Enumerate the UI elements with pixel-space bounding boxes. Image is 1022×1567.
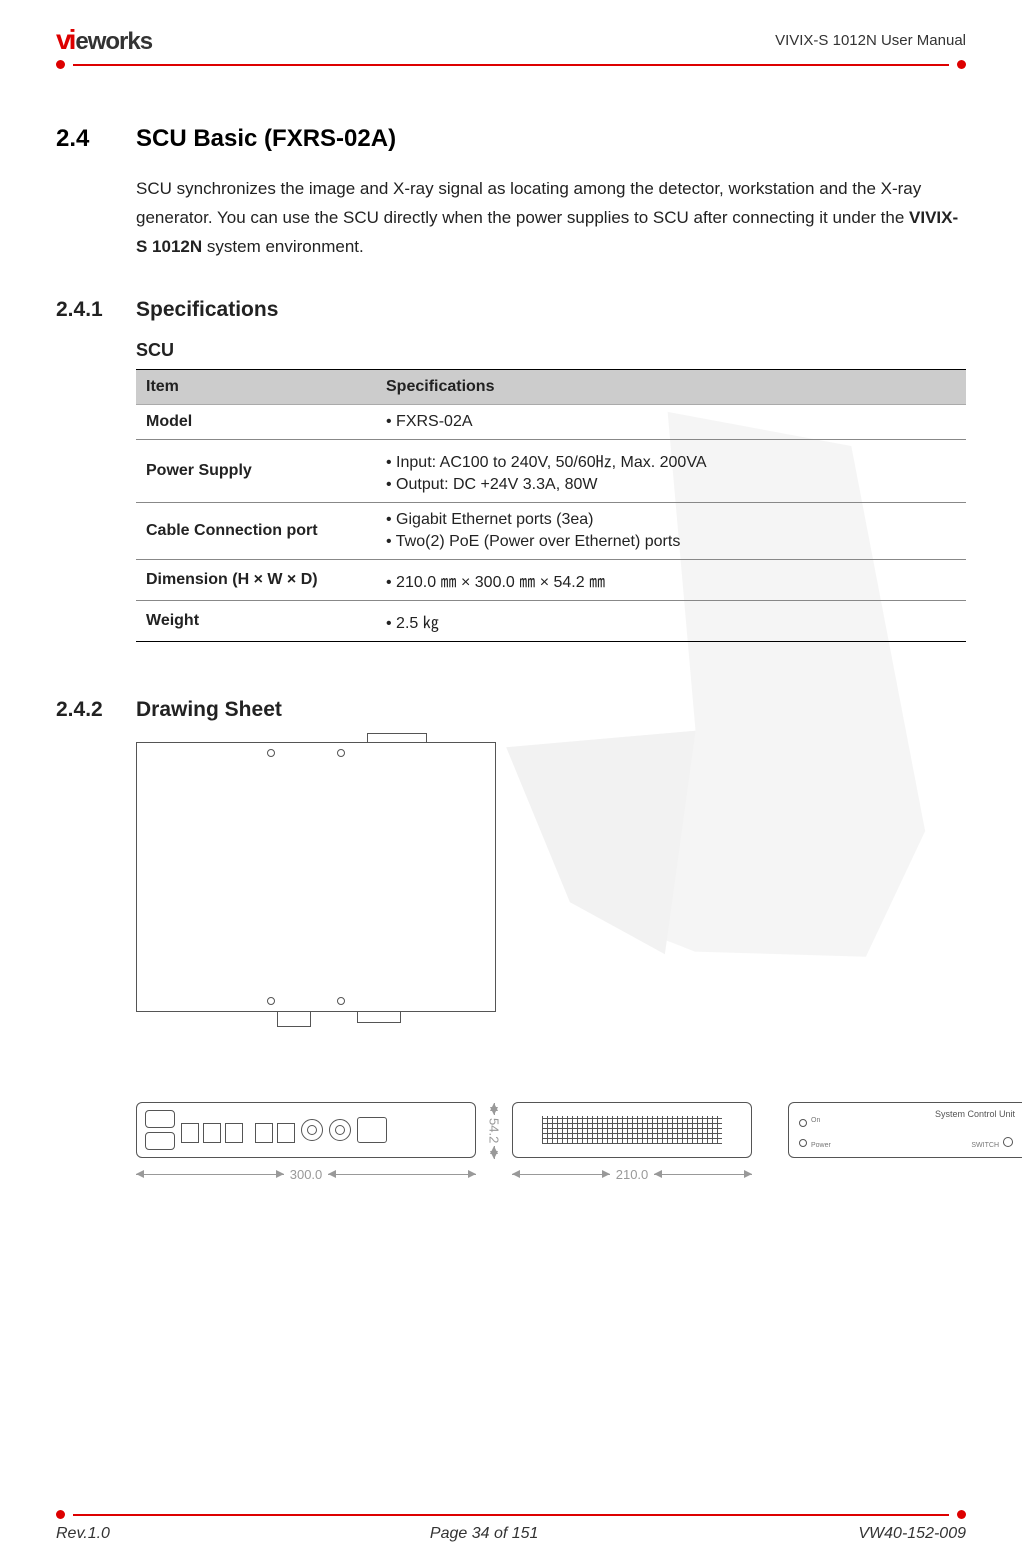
back-on-label: On xyxy=(811,1117,820,1124)
th-item: Item xyxy=(136,369,376,404)
drawing-front-view: 54.2 300.0 xyxy=(136,1102,476,1186)
spec-value-item: Gigabit Ethernet ports (3ea) xyxy=(386,509,956,531)
drawing-back-view: System Control Unit On Power SWITCH xyxy=(788,1102,1022,1158)
dim-depth: 210.0 xyxy=(616,1167,649,1182)
spec-value-item: Two(2) PoE (Power over Ethernet) ports xyxy=(386,531,956,553)
para-text-post: system environment. xyxy=(202,237,364,256)
dim-height: 54.2 xyxy=(487,1118,502,1143)
table-row: Weight 2.5 ㎏ xyxy=(136,600,966,641)
spec-item: Power Supply xyxy=(136,439,376,502)
spec-value-item: FXRS-02A xyxy=(386,411,956,433)
spec-value-item: 2.5 ㎏ xyxy=(386,607,956,635)
drawing-sheet: 54.2 300.0 210.0 xyxy=(136,742,966,1186)
header-rule xyxy=(56,60,966,69)
drawing-side-view: 210.0 xyxy=(512,1102,752,1186)
footer-rule xyxy=(56,1510,966,1519)
section-title: SCU Basic (FXRS-02A) xyxy=(136,125,396,153)
spec-value-item: 210.0 ㎜ × 300.0 ㎜ × 54.2 ㎜ xyxy=(386,566,956,594)
spec-value: 210.0 ㎜ × 300.0 ㎜ × 54.2 ㎜ xyxy=(376,559,966,600)
th-spec: Specifications xyxy=(376,369,966,404)
back-power-label: Power xyxy=(811,1142,831,1149)
para-text-pre: SCU synchronizes the image and X-ray sig… xyxy=(136,179,921,227)
spec-value-item: Output: DC +24V 3.3A, 80W xyxy=(386,474,956,496)
spec-value: Gigabit Ethernet ports (3ea) Two(2) PoE … xyxy=(376,502,966,559)
table-row: Power Supply Input: AC100 to 240V, 50/60… xyxy=(136,439,966,502)
spec-item: Cable Connection port xyxy=(136,502,376,559)
spec-item: Dimension (H × W × D) xyxy=(136,559,376,600)
subsection1-number: 2.4.1 xyxy=(56,298,122,322)
section-number: 2.4 xyxy=(56,125,108,153)
back-switch-label: SWITCH xyxy=(971,1142,999,1149)
dim-width: 300.0 xyxy=(290,1167,323,1182)
section-paragraph: SCU synchronizes the image and X-ray sig… xyxy=(136,175,966,262)
table-row: Cable Connection port Gigabit Ethernet p… xyxy=(136,502,966,559)
logo: vieworks xyxy=(56,24,152,56)
footer-docno: VW40-152-009 xyxy=(858,1525,966,1543)
subsection1-title: Specifications xyxy=(136,298,278,322)
table-row: Model FXRS-02A xyxy=(136,404,966,439)
spec-value: Input: AC100 to 240V, 50/60㎐, Max. 200VA… xyxy=(376,439,966,502)
spec-table: Item Specifications Model FXRS-02A Power… xyxy=(136,369,966,642)
spec-item: Weight xyxy=(136,600,376,641)
drawing-top-view xyxy=(136,742,496,1012)
spec-table-label: SCU xyxy=(136,340,966,361)
footer-page: Page 34 of 151 xyxy=(430,1525,539,1543)
subsection2-number: 2.4.2 xyxy=(56,698,122,722)
subsection2-title: Drawing Sheet xyxy=(136,698,282,722)
document-title: VIVIX-S 1012N User Manual xyxy=(775,32,966,49)
spec-value-item: Input: AC100 to 240V, 50/60㎐, Max. 200VA xyxy=(386,446,956,474)
spec-value: 2.5 ㎏ xyxy=(376,600,966,641)
footer-rev: Rev.1.0 xyxy=(56,1525,110,1543)
spec-value: FXRS-02A xyxy=(376,404,966,439)
spec-item: Model xyxy=(136,404,376,439)
back-panel-label: System Control Unit xyxy=(935,1109,1015,1119)
table-row: Dimension (H × W × D) 210.0 ㎜ × 300.0 ㎜ … xyxy=(136,559,966,600)
